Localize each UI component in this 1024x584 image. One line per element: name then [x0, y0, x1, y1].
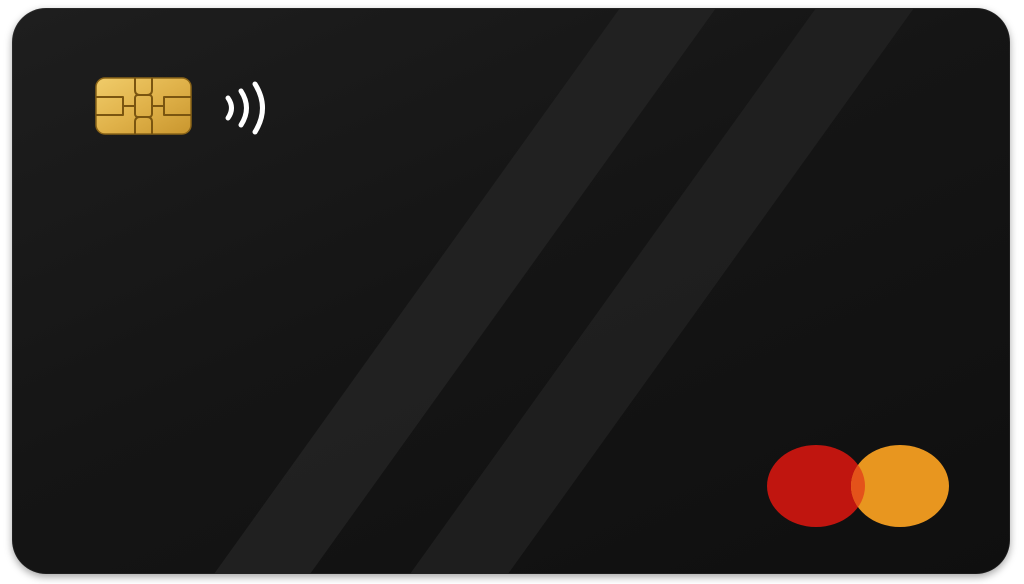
logo-red-circle: [767, 445, 865, 527]
payment-card: [12, 8, 1010, 574]
contactless-icon: [225, 81, 265, 135]
logo-orange-circle: [851, 445, 949, 527]
scene: [0, 0, 1024, 584]
emv-chip-icon: [95, 77, 192, 135]
card-network-logo: [767, 445, 949, 527]
